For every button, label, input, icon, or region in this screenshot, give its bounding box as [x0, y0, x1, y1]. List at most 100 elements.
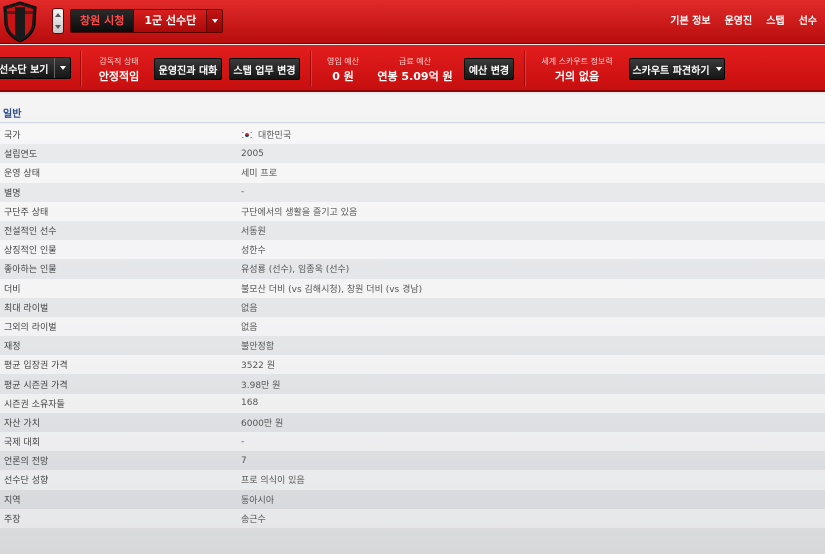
wage-budget-label: 급료 예산 [399, 57, 431, 66]
row-value[interactable]: 유성룡 (선수), 임종욱 (선수) [241, 262, 349, 275]
squad-view-button[interactable]: 선수단 보기 [0, 57, 71, 79]
row-value: 7 [241, 455, 247, 466]
scout-range-value: 거의 없음 [554, 70, 600, 83]
row-value: - [241, 436, 245, 447]
previous-club-icon[interactable] [55, 13, 61, 17]
row-value: 3.98만 원 [241, 380, 281, 391]
nav-board[interactable]: 운영진 [725, 12, 753, 27]
wage-budget: 급료 예산 연봉 5.09억 원 [372, 56, 458, 84]
info-row-main-rival: 최대 라이벌 없음 [0, 297, 825, 317]
manager-status-value: 안정적임 [98, 70, 140, 83]
row-value: 없음 [241, 322, 258, 333]
row-value: 프로 의식이 있음 [241, 476, 305, 487]
top-nav: 기본 정보 운영진 스탭 선수 [670, 12, 817, 27]
toolbar-divider [80, 51, 81, 87]
row-value: - [241, 187, 245, 198]
transfer-budget-value: 0 원 [332, 70, 354, 83]
scout-range: 세계 스카우트 정보력 거의 없음 [532, 56, 622, 84]
row-value: 3522 원 [241, 361, 276, 372]
squad-name-tab[interactable]: 1군 선수단 [133, 10, 207, 32]
row-label: 운영 상태 [4, 169, 40, 180]
manager-status-label: 감독직 상태 [99, 57, 139, 66]
section-title: 일반 [3, 109, 22, 120]
row-value: 동아시아 [241, 495, 275, 506]
row-label: 지역 [4, 495, 21, 506]
row-value: 불안정함 [241, 342, 275, 353]
wage-budget-value: 연봉 5.09억 원 [377, 70, 453, 83]
board-talk-button[interactable]: 운영진과 대화 [154, 58, 222, 80]
transfer-budget: 영입 예산 0 원 [318, 56, 368, 84]
row-label: 선수단 성향 [4, 476, 49, 487]
info-row-season-ticket-price: 평균 시즌권 가격 3.98만 원 [0, 374, 825, 394]
row-value: 168 [241, 398, 259, 409]
row-label: 별명 [4, 188, 21, 199]
info-row-season-ticket-holders: 시즌권 소유자들 168 [0, 393, 825, 413]
row-label: 상징적인 인물 [4, 246, 57, 257]
club-squad-selector: 창원 시청 1군 선수단 [70, 9, 224, 33]
row-label: 재정 [4, 342, 21, 353]
info-row-owner-status: 구단주 상태 구단에서의 생활을 즐기고 있음 [0, 201, 825, 221]
info-row-nation: 국가 대한민국 [0, 125, 825, 145]
info-row-legend: 전설적인 선수 서동원 [0, 220, 825, 241]
chevron-down-icon [211, 19, 218, 23]
row-value[interactable]: 불모산 더비 (vs 김해시청), 창원 더비 (vs 경남) [241, 282, 422, 295]
info-row-status: 운영 상태 세미 프로 [0, 163, 825, 183]
chevron-down-icon [715, 67, 722, 71]
club-crest-icon[interactable] [2, 1, 38, 43]
row-label: 주장 [4, 514, 21, 525]
info-row-other-rivals: 그외의 라이벌 없음 [0, 316, 825, 337]
info-row-icon: 상징적인 인물 성한수 [0, 240, 825, 260]
row-value[interactable]: 서동원 [241, 224, 266, 237]
manager-status: 감독직 상태 안정적임 [88, 56, 150, 84]
row-label: 국가 [4, 131, 21, 142]
info-row-squad-personality: 선수단 성향 프로 의식이 있음 [0, 470, 825, 490]
row-value: 6000만 원 [241, 418, 284, 429]
info-row-nickname: 별명 - [0, 182, 825, 202]
row-label: 시즌권 소유자들 [4, 399, 65, 410]
club-info-panel: 일반 국가 대한민국 설립연도 2005 운영 상태 세미 프로 별명 - 구단주 상… [0, 94, 825, 554]
row-label: 설립연도 [4, 150, 38, 161]
info-row-founded: 설립연도 2005 [0, 144, 825, 164]
row-label: 국제 대회 [4, 438, 40, 449]
nav-staff[interactable]: 스탭 [766, 12, 784, 27]
info-row-derby: 더비 불모산 더비 (vs 김해시청), 창원 더비 (vs 경남) [0, 278, 825, 298]
row-label: 더비 [4, 284, 21, 295]
row-value: 구단에서의 생활을 즐기고 있음 [241, 207, 358, 218]
row-value[interactable]: 송근수 [241, 512, 266, 525]
scout-dispatch-button[interactable]: 스카우트 파견하기 [629, 58, 725, 80]
section-divider [0, 122, 825, 123]
info-row-captain: 주장 송근수 [0, 508, 825, 528]
staff-duties-button[interactable]: 스탭 업무 변경 [229, 58, 300, 80]
transfer-budget-label: 영입 예산 [327, 57, 359, 66]
korea-flag-icon [241, 130, 253, 139]
squad-dropdown-button[interactable] [206, 10, 223, 32]
nav-overview[interactable]: 기본 정보 [670, 12, 710, 27]
toolbar-divider [524, 51, 525, 87]
row-value[interactable]: 성한수 [241, 243, 266, 256]
info-row-ticket-price: 평균 입장권 가격 3522 원 [0, 355, 825, 375]
scout-dispatch-label: 스카우트 파견하기 [632, 65, 710, 77]
row-label: 구단주 상태 [4, 207, 49, 218]
row-label: 좋아하는 인물 [4, 265, 57, 276]
nav-players[interactable]: 선수 [799, 12, 817, 27]
row-label: 최대 라이벌 [4, 303, 49, 314]
club-toolbar: 선수단 보기 감독직 상태 안정적임 운영진과 대화 스탭 업무 변경 영입 예… [0, 45, 825, 92]
row-label: 언론의 전망 [4, 457, 49, 468]
row-value: 2005 [241, 148, 264, 159]
chevron-down-icon [59, 66, 66, 70]
club-name-tab[interactable]: 창원 시청 [71, 10, 134, 32]
info-row-continental: 국제 대회 - [0, 432, 825, 452]
scout-range-label: 세계 스카우트 정보력 [541, 57, 613, 66]
next-club-icon[interactable] [55, 25, 61, 29]
budget-change-button[interactable]: 예산 변경 [464, 58, 514, 80]
row-label: 자산 가치 [4, 418, 40, 429]
info-row-media-prediction: 언론의 전망 7 [0, 451, 825, 471]
info-row-finances: 재정 불안정함 [0, 336, 825, 356]
club-stepper[interactable] [52, 8, 64, 34]
row-value[interactable]: 대한민국 [241, 128, 291, 141]
row-label: 평균 시즌권 가격 [4, 380, 68, 391]
row-value: 세미 프로 [241, 169, 277, 180]
info-row-club-value: 자산 가치 6000만 원 [0, 412, 825, 432]
info-table: 국가 대한민국 설립연도 2005 운영 상태 세미 프로 별명 - 구단주 상태 구단… [0, 125, 825, 528]
toolbar-divider [310, 51, 311, 87]
